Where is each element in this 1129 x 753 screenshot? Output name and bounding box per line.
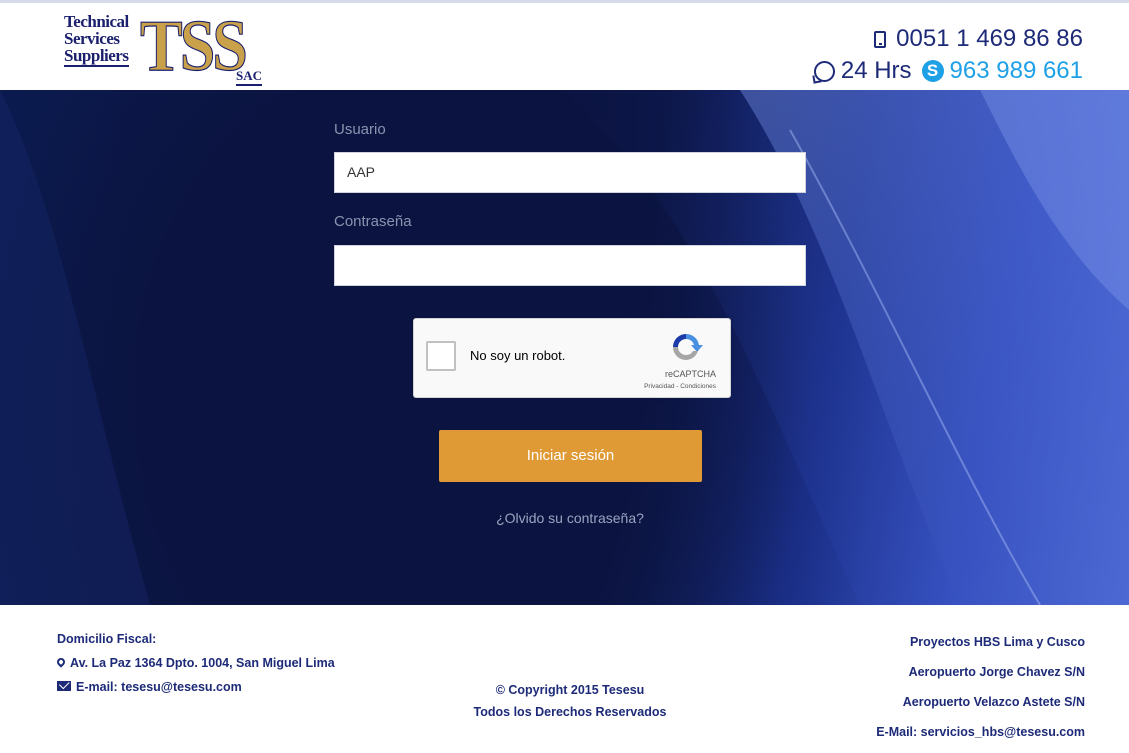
forgot-password-link[interactable]: ¿Olvido su contraseña?: [0, 510, 1129, 526]
map-pin-icon: [55, 656, 67, 668]
projects-line-1: Proyectos HBS Lima y Cusco: [909, 635, 1085, 649]
logo-word-suppliers: Suppliers: [64, 46, 129, 67]
password-label: Contraseña: [334, 213, 412, 230]
recaptcha-widget: No soy un robot. reCAPTCHA Privacidad - …: [413, 318, 731, 398]
skype-number[interactable]: 963 989 661: [950, 55, 1083, 87]
address-row: Av. La Paz 1364 Dpto. 1004, San Miguel L…: [55, 651, 335, 675]
username-input[interactable]: AAP: [334, 152, 806, 193]
projects-line-3: Aeropuerto Velazco Astete S/N: [902, 695, 1085, 709]
header-contact: 0051 1 469 86 86 24 Hrs S 963 989 661: [813, 23, 1083, 87]
support-row: 24 Hrs S 963 989 661: [813, 55, 1083, 87]
skype-icon[interactable]: S: [921, 60, 944, 82]
recaptcha-icon: [673, 333, 703, 360]
recaptcha-brand: reCAPTCHA: [664, 369, 716, 379]
phone-icon: [874, 30, 887, 48]
logo-letters: TSS: [140, 4, 249, 87]
fiscal-title: Domicilio Fiscal:: [57, 632, 157, 646]
footer-projects: Proyectos HBS Lima y Cusco Aeropuerto Jo…: [876, 627, 1085, 747]
username-label: Usuario: [334, 121, 386, 138]
company-logo[interactable]: Technical Services Suppliers TSS SAC: [64, 4, 264, 91]
projects-line-2: Aeropuerto Jorge Chavez S/N: [908, 665, 1085, 679]
phone-number: 0051 1 469 86 86: [896, 25, 1083, 52]
login-button[interactable]: Iniciar sesión: [439, 430, 702, 482]
whatsapp-icon: [813, 60, 835, 82]
recaptcha-links[interactable]: Privacidad - Condiciones: [644, 383, 716, 390]
header: Technical Services Suppliers TSS SAC 005…: [0, 0, 1129, 90]
logo-suffix: SAC: [236, 68, 263, 86]
password-input[interactable]: [334, 245, 806, 286]
logo-words: Technical Services Suppliers: [64, 13, 129, 67]
phone-row: 0051 1 469 86 86: [814, 23, 1083, 55]
logo-word-technical: Technical: [64, 12, 129, 31]
logo-word-services: Services: [64, 29, 120, 48]
projects-email[interactable]: E-Mail: servicios_hbs@tesesu.com: [876, 717, 1085, 747]
login-hero: Usuario AAP Contraseña No soy un robot. …: [0, 90, 1129, 605]
address-text: Av. La Paz 1364 Dpto. 1004, San Miguel L…: [70, 656, 335, 670]
footer: Domicilio Fiscal: Av. La Paz 1364 Dpto. …: [0, 605, 1129, 753]
support-hours: 24 Hrs: [840, 57, 912, 84]
recaptcha-label: No soy un robot.: [470, 348, 566, 363]
recaptcha-checkbox[interactable]: [426, 341, 456, 371]
